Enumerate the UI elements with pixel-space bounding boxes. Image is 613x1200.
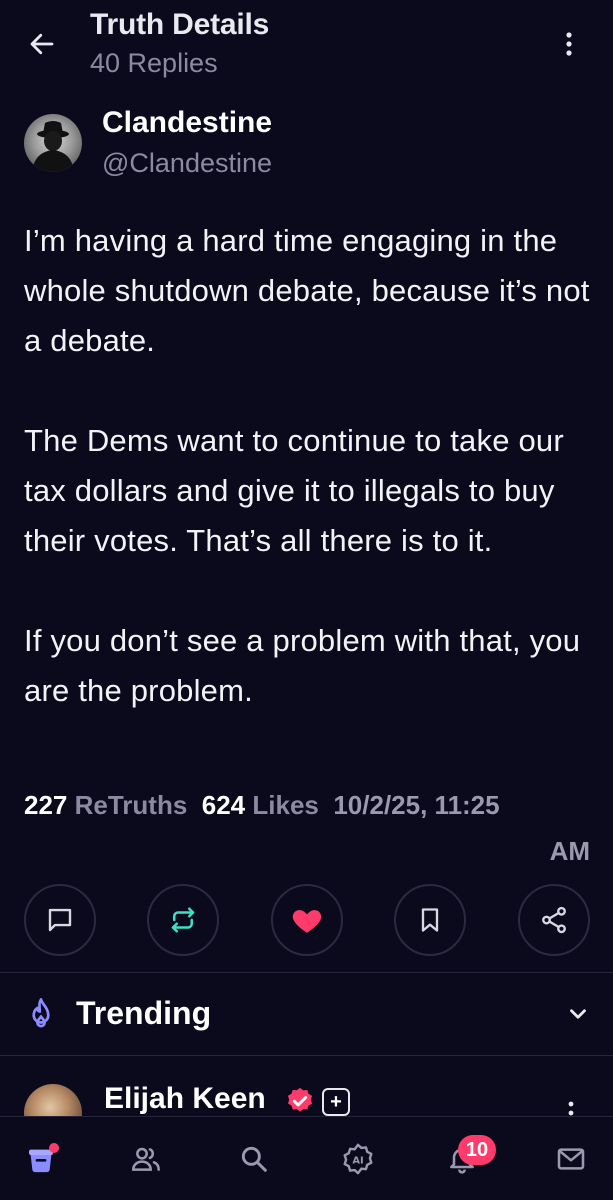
post-paragraph: I’m having a hard time engaging in the w… — [24, 223, 590, 358]
likes-label[interactable]: Likes — [252, 790, 319, 820]
more-vertical-icon[interactable] — [567, 1100, 575, 1116]
plus-badge-icon: + — [322, 1088, 350, 1116]
people-icon — [132, 1147, 160, 1171]
top-bar: Truth Details 40 Replies — [0, 0, 613, 90]
replies-count: 40 Replies — [90, 48, 218, 78]
like-button[interactable] — [271, 884, 343, 956]
post-stats: 227 ReTruths 624 Likes 10/2/25, 11:25 AM — [24, 782, 590, 874]
post-paragraph: The Dems want to continue to take our ta… — [24, 423, 564, 558]
chevron-down-icon[interactable] — [565, 1001, 591, 1027]
notifications-badge: 10 — [458, 1135, 496, 1165]
bottom-navigation: AI 10 — [0, 1116, 613, 1200]
reply-icon — [48, 908, 72, 932]
page-title: Truth Details — [90, 8, 270, 41]
post-author[interactable]: Clandestine @Clandestine — [24, 104, 584, 184]
retruth-button[interactable] — [147, 884, 219, 956]
back-button[interactable] — [24, 26, 60, 62]
flame-icon — [32, 998, 50, 1028]
more-vertical-icon — [566, 32, 572, 56]
bookmark-button[interactable] — [394, 884, 466, 956]
home-notification-dot — [49, 1143, 59, 1153]
trending-section-header[interactable]: Trending — [0, 973, 613, 1055]
likes-count[interactable]: 624 — [202, 790, 245, 820]
share-button[interactable] — [518, 884, 590, 956]
arrow-left-icon — [30, 33, 54, 55]
author-name[interactable]: Clandestine — [102, 106, 272, 140]
svg-text:AI: AI — [352, 1155, 363, 1166]
post-actions — [24, 884, 590, 956]
nav-messages[interactable] — [551, 1139, 591, 1179]
retruths-count[interactable]: 227 — [24, 790, 67, 820]
avatar[interactable] — [24, 1084, 82, 1116]
post-body: I’m having a hard time engaging in the w… — [24, 216, 594, 716]
bookmark-icon — [421, 908, 439, 932]
mail-icon — [557, 1148, 585, 1170]
post-paragraph: If you don’t see a problem with that, yo… — [24, 623, 581, 708]
list-item[interactable]: Elijah Keen + — [0, 1056, 613, 1116]
retruth-icon — [171, 907, 195, 933]
author-name[interactable]: Elijah Keen — [104, 1082, 266, 1116]
timestamp: 10/2/25, 11:25 — [333, 790, 500, 820]
heart-icon — [292, 910, 322, 933]
verified-badge-icon — [288, 1087, 312, 1112]
nav-ai[interactable]: AI — [338, 1139, 378, 1179]
reply-button[interactable] — [24, 884, 96, 956]
ai-icon: AI — [343, 1143, 373, 1175]
share-icon — [542, 906, 566, 934]
search-icon — [241, 1146, 267, 1172]
nav-people[interactable] — [126, 1139, 166, 1179]
trending-label: Trending — [76, 995, 212, 1031]
nav-search[interactable] — [234, 1139, 274, 1179]
more-options-button[interactable] — [549, 24, 589, 64]
retruths-label[interactable]: ReTruths — [75, 790, 188, 820]
avatar-silhouette-icon — [32, 121, 74, 172]
avatar[interactable] — [24, 114, 82, 172]
timestamp-suffix: AM — [549, 836, 590, 866]
author-handle[interactable]: @Clandestine — [102, 148, 272, 179]
